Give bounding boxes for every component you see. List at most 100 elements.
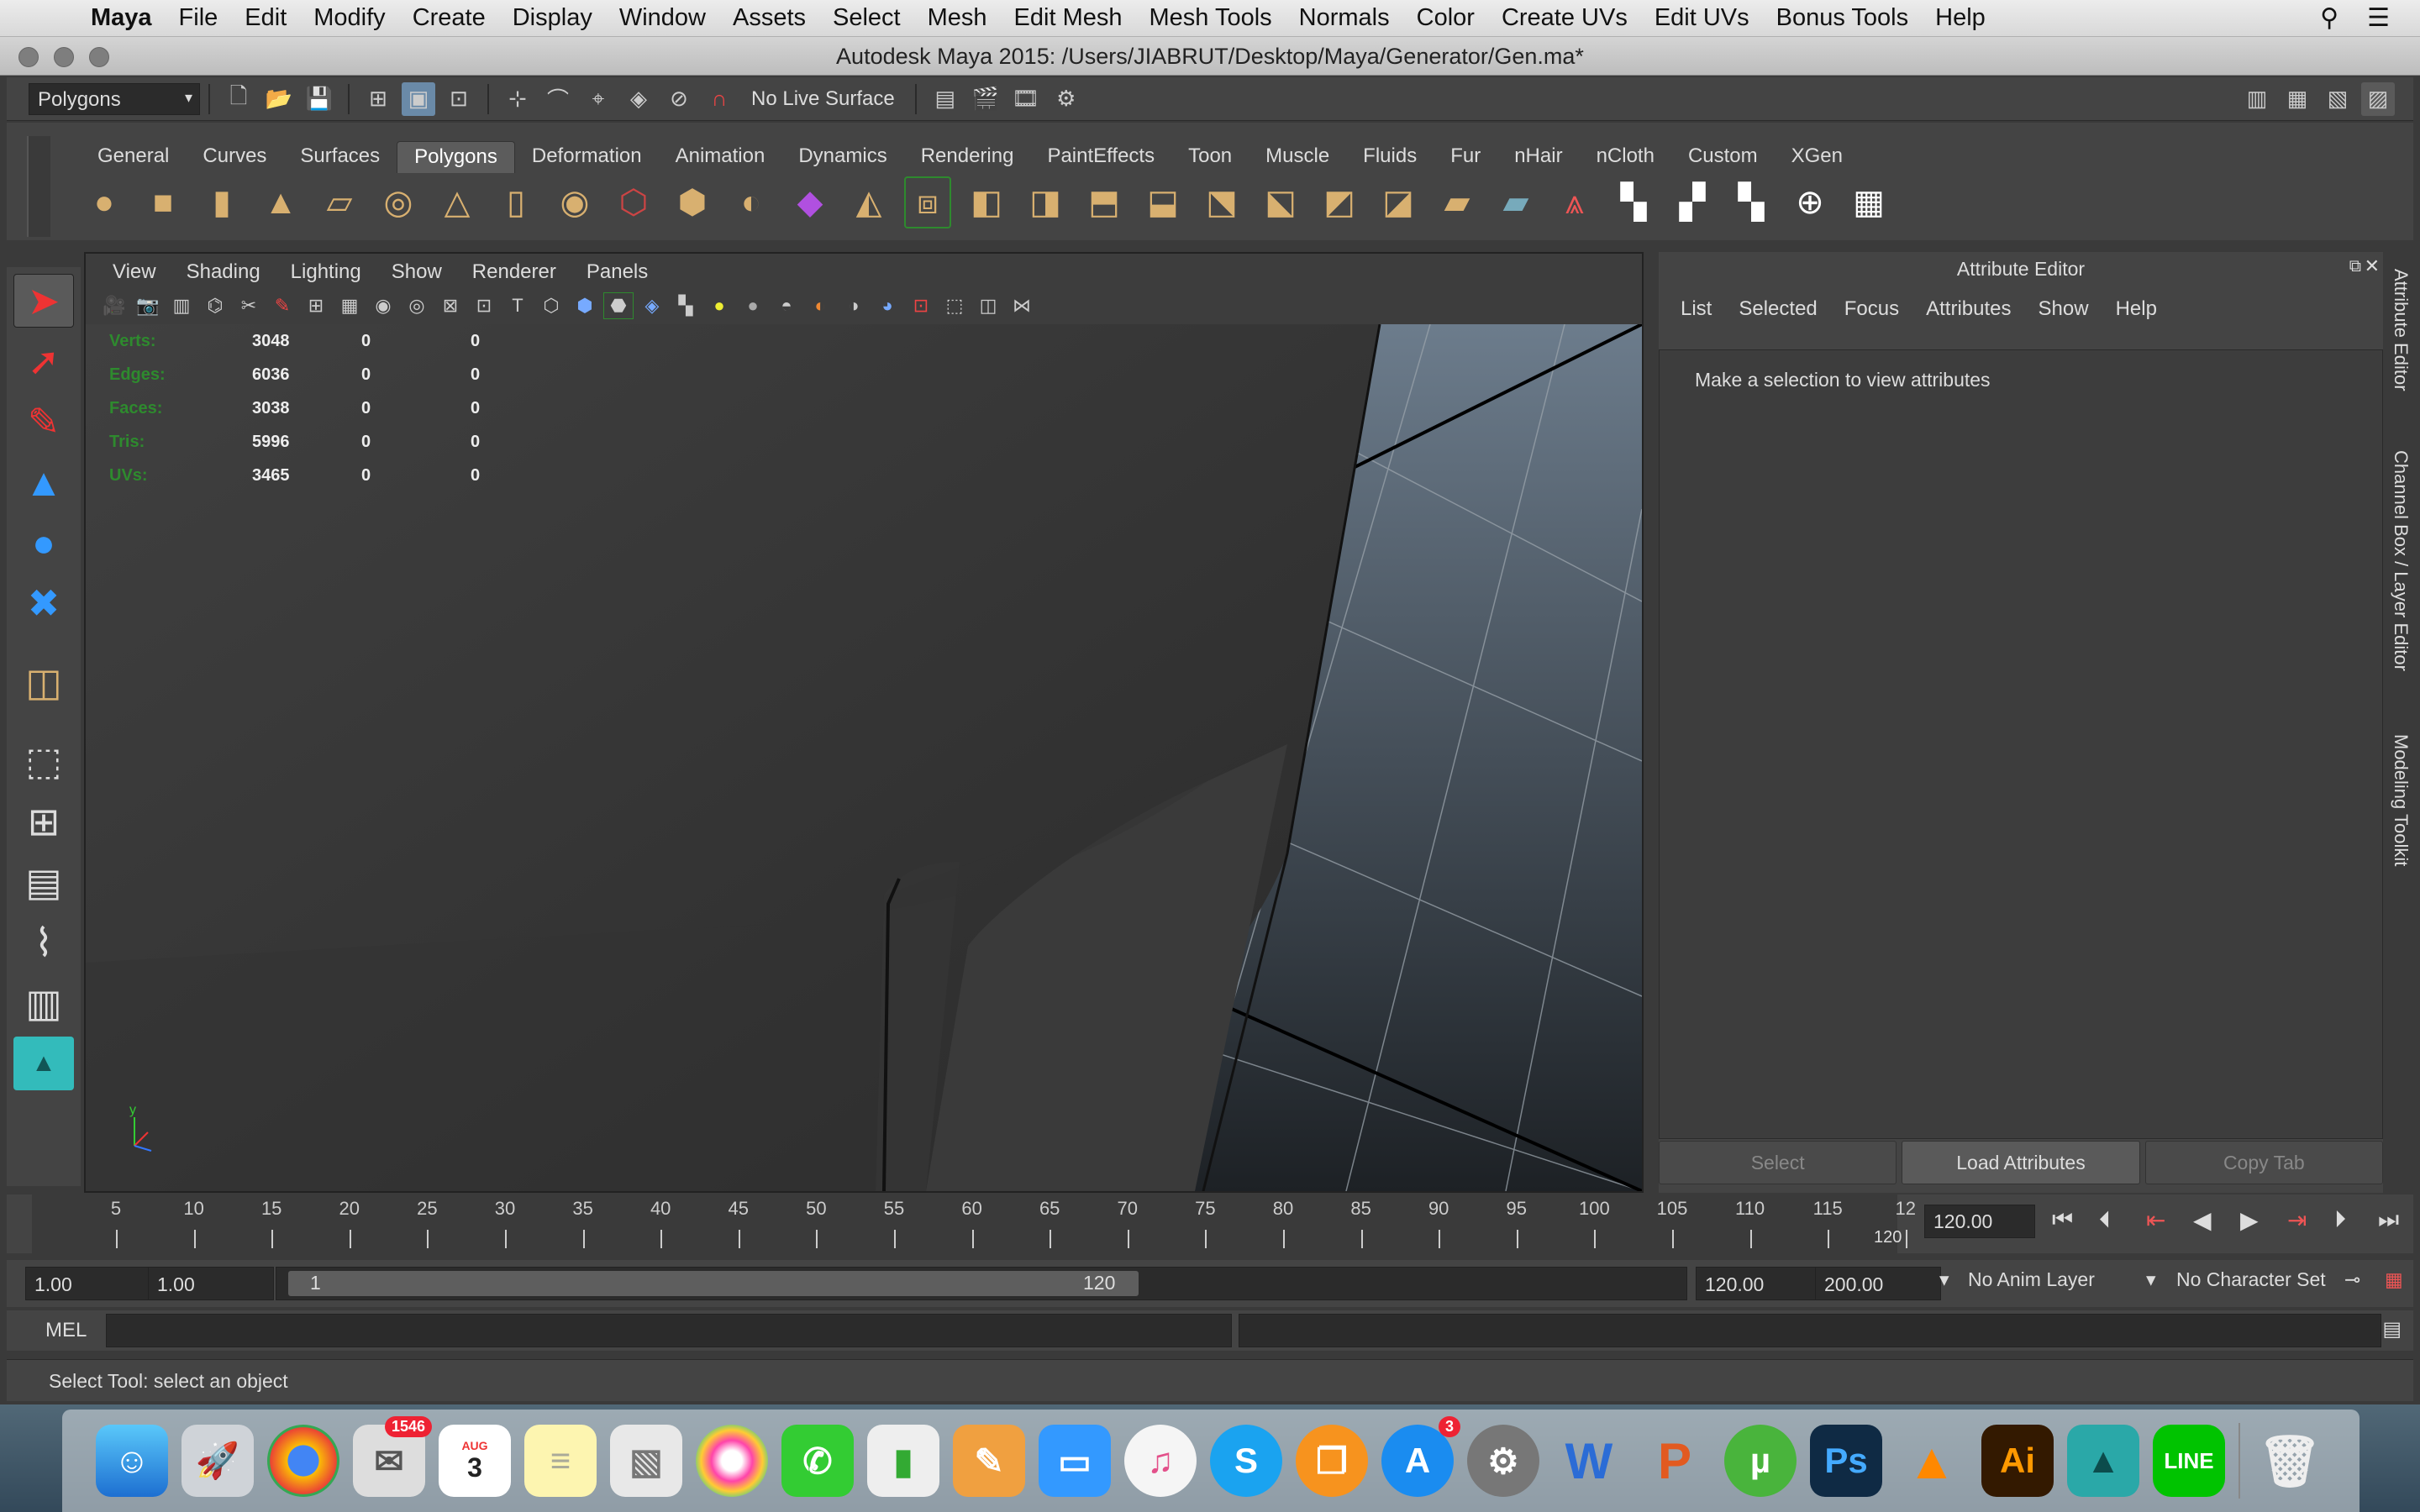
gate-mask-icon[interactable]: ◎ — [402, 292, 432, 319]
safe-action-icon[interactable]: ⊡ — [469, 292, 499, 319]
animation-preferences-icon[interactable]: ▦ — [2385, 1268, 2403, 1291]
auto-key-icon[interactable]: ⊸ — [2344, 1268, 2360, 1291]
bookmarks-icon[interactable]: ▥ — [166, 292, 197, 319]
wireframe-icon[interactable]: ⬡ — [536, 292, 566, 319]
insert-edge-loop-icon[interactable]: ⬒ — [1081, 176, 1128, 228]
close-icon[interactable]: ✕ — [2365, 255, 2380, 277]
ae-menu-selected[interactable]: Selected — [1725, 297, 1830, 321]
utorrent-icon[interactable]: µ — [1724, 1425, 1797, 1497]
save-scene-icon[interactable]: 💾 — [302, 82, 336, 116]
menu-edit-mesh[interactable]: Edit Mesh — [1001, 4, 1136, 32]
panel-menu-shading[interactable]: Shading — [171, 260, 276, 284]
play-forwards-icon[interactable]: ▶ — [2240, 1206, 2259, 1234]
chrome-icon[interactable] — [267, 1425, 339, 1497]
camera-attributes-icon[interactable]: 📷 — [133, 292, 163, 319]
poly-torus-icon[interactable]: ◎ — [375, 176, 422, 228]
field-chart-icon[interactable]: ⊠ — [435, 292, 466, 319]
merge-vertices-icon[interactable]: ⬔ — [1198, 176, 1245, 228]
command-language-label[interactable]: MEL — [45, 1319, 87, 1342]
tab-fur[interactable]: Fur — [1434, 141, 1497, 173]
panel-menu-view[interactable]: View — [97, 260, 171, 284]
current-frame-field[interactable]: 120.00 — [1924, 1205, 2035, 1238]
snap-view-plane-icon[interactable]: ◈ — [622, 82, 655, 116]
depth-of-field-icon[interactable]: ◕ — [872, 292, 902, 319]
checker-uv-2-icon[interactable]: ▞ — [1669, 176, 1716, 228]
itunes-icon[interactable]: ♫ — [1124, 1425, 1197, 1497]
tab-deformation[interactable]: Deformation — [515, 141, 659, 173]
step-forward-frame-icon[interactable]: ⏵ — [2334, 1206, 2346, 1234]
chevron-down-icon[interactable]: ▾ — [2146, 1268, 2156, 1291]
keynote-icon[interactable]: ▭ — [1039, 1425, 1111, 1497]
wireframe-on-shaded-icon[interactable]: ⬣ — [603, 292, 634, 319]
xray-joints-icon[interactable]: ⬚ — [939, 292, 970, 319]
poly-sphere-icon[interactable]: ● — [81, 176, 128, 228]
trash-icon[interactable]: 🗑 — [2254, 1425, 2326, 1497]
ae-menu-focus[interactable]: Focus — [1831, 297, 1912, 321]
poly-soccer-ball-icon[interactable]: ◉ — [551, 176, 598, 228]
tab-surfaces[interactable]: Surfaces — [283, 141, 397, 173]
panel-menu-panels[interactable]: Panels — [571, 260, 663, 284]
single-perspective-layout-icon[interactable]: ⬚ — [13, 734, 74, 788]
new-scene-icon[interactable]: 🗋 — [222, 82, 255, 116]
uv-snapshot-icon[interactable]: ▦ — [1845, 176, 1892, 228]
maya-dock-icon[interactable]: ▲ — [2067, 1425, 2139, 1497]
illustrator-icon[interactable]: Ai — [1981, 1425, 2054, 1497]
cleanup-icon[interactable]: ▰ — [1434, 176, 1481, 228]
isolate-select-icon[interactable]: ⊡ — [906, 292, 936, 319]
tab-rendering[interactable]: Rendering — [904, 141, 1031, 173]
go-to-end-icon[interactable]: ⏭ — [2378, 1206, 2399, 1234]
use-all-lights-icon[interactable]: ● — [704, 292, 734, 319]
menu-edit[interactable]: Edit — [231, 4, 300, 32]
render-settings-icon[interactable]: ⚙ — [1050, 82, 1083, 116]
finder-icon[interactable]: ☺ — [96, 1425, 168, 1497]
last-used-tool-icon[interactable]: ◫ — [13, 655, 74, 709]
tab-polygons[interactable]: Polygons — [397, 141, 515, 173]
menu-assets[interactable]: Assets — [719, 4, 819, 32]
play-backwards-icon[interactable]: ◀ — [2193, 1206, 2212, 1234]
tab-custom[interactable]: Custom — [1671, 141, 1775, 173]
skype-icon[interactable]: S — [1210, 1425, 1282, 1497]
append-polygon-icon[interactable]: ◧ — [963, 176, 1010, 228]
four-view-layout-icon[interactable]: ⊞ — [13, 795, 74, 848]
ae-menu-help[interactable]: Help — [2102, 297, 2170, 321]
smooth-shade-icon[interactable]: ⬢ — [570, 292, 600, 319]
range-slider-bar[interactable] — [288, 1271, 1139, 1296]
tab-channel-box[interactable]: Channel Box / Layer Editor — [2390, 450, 2412, 671]
tab-painteffects[interactable]: PaintEffects — [1030, 141, 1171, 173]
graph-editor-layout-icon[interactable]: ⌇ — [13, 916, 74, 969]
preview-icon[interactable]: ▧ — [610, 1425, 682, 1497]
bridge-icon[interactable]: ⧈ — [904, 176, 951, 228]
poly-cylinder-icon[interactable]: ▮ — [198, 176, 245, 228]
launchpad-icon[interactable]: 🚀 — [182, 1425, 254, 1497]
shadows-icon[interactable]: ● — [738, 292, 768, 319]
show-channel-box-icon[interactable]: ▨ — [2361, 81, 2395, 116]
menu-select[interactable]: Select — [819, 4, 914, 32]
film-gate-icon[interactable]: ▦ — [334, 292, 365, 319]
planar-mapping-icon[interactable]: ▰ — [1492, 176, 1539, 228]
rotate-tool-icon[interactable]: ● — [13, 516, 74, 570]
chevron-down-icon[interactable]: ▾ — [1939, 1268, 1949, 1291]
extrude-icon[interactable]: ◭ — [845, 176, 892, 228]
ambient-occlusion-icon[interactable]: ◓ — [771, 292, 802, 319]
grid-icon[interactable]: ⊞ — [301, 292, 331, 319]
snap-point-icon[interactable]: ⌖ — [581, 82, 615, 116]
poly-cube-icon[interactable]: ■ — [139, 176, 187, 228]
step-forward-key-icon[interactable]: ⇥ — [2287, 1206, 2307, 1234]
script-editor-icon[interactable]: ▤ — [2382, 1317, 2402, 1341]
reduce-icon[interactable]: ◪ — [1375, 176, 1422, 228]
range-slider-track[interactable]: 1 120 — [276, 1267, 1687, 1300]
two-d-pan-zoom-icon[interactable]: ✂ — [234, 292, 264, 319]
notes-icon[interactable]: ≡ — [524, 1425, 597, 1497]
tab-xgen[interactable]: XGen — [1775, 141, 1860, 173]
step-back-frame-icon[interactable]: ⏴ — [2099, 1206, 2111, 1234]
go-to-start-icon[interactable]: ⏮ — [2052, 1206, 2073, 1234]
tab-nhair[interactable]: nHair — [1497, 141, 1579, 173]
ae-menu-list[interactable]: List — [1667, 297, 1725, 321]
open-scene-icon[interactable]: 📂 — [262, 82, 296, 116]
playback-start-field[interactable]: 1.00 — [148, 1267, 274, 1300]
select-camera-icon[interactable]: 🎥 — [99, 292, 129, 319]
copy-tab-button[interactable]: Copy Tab — [2144, 1141, 2383, 1184]
hypershade-layout-icon[interactable]: ▥ — [13, 976, 74, 1030]
pages-icon[interactable]: ✎ — [953, 1425, 1025, 1497]
render-view-icon[interactable]: ▤ — [929, 82, 962, 116]
